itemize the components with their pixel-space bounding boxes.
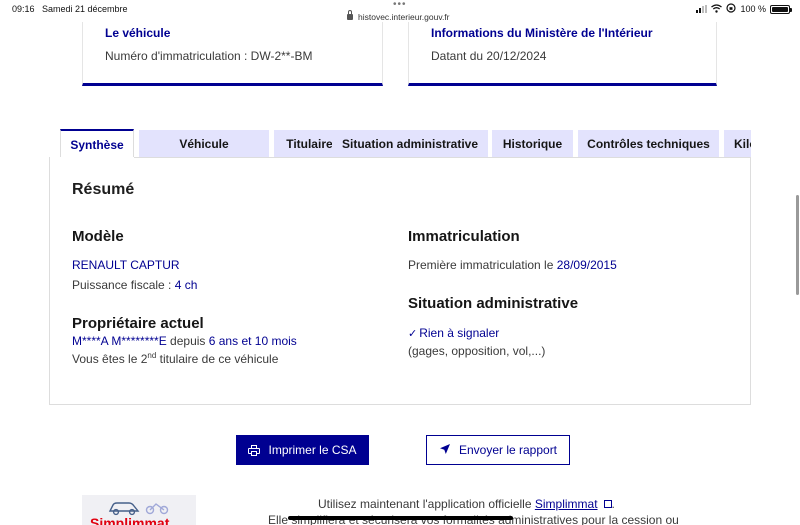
battery-icon <box>770 4 792 14</box>
home-indicator[interactable] <box>288 516 513 520</box>
owner-rank-prefix: Vous êtes le <box>72 352 141 366</box>
send-report-label: Envoyer le rapport <box>458 443 558 457</box>
simplimmat-link[interactable]: Simplimmat <box>535 497 598 511</box>
car-icon <box>108 502 169 516</box>
owner-since-label: depuis <box>166 334 209 348</box>
signal-icon <box>696 5 708 13</box>
owner-name: M****A M********E <box>72 334 167 348</box>
first-registration: Première immatriculation le 28/09/2015 <box>408 258 617 272</box>
print-csa-label: Imprimer le CSA <box>268 443 357 457</box>
vehicle-card: Le véhicule Numéro d'immatriculation : D… <box>82 22 383 86</box>
tab-situation-administrative[interactable]: Situation administrative <box>332 130 488 158</box>
fiscal-power-label: Puissance fiscale : <box>72 278 175 292</box>
status-bar: 09:16 Samedi 21 décembre ••• histovec.in… <box>0 0 800 22</box>
tab-vehicule[interactable]: Véhicule <box>139 130 269 158</box>
tab-bar: Synthèse Véhicule Titulaire et Titre Sit… <box>60 129 751 158</box>
registration-heading: Immatriculation <box>408 228 520 245</box>
first-registration-date: 28/09/2015 <box>556 258 617 272</box>
ministry-card: Informations du Ministère de l'Intérieur… <box>408 22 717 86</box>
status-time: 09:16 <box>12 4 35 14</box>
ministry-card-title: Informations du Ministère de l'Intérieur <box>431 26 653 40</box>
admin-status-text: Rien à signaler <box>419 326 500 340</box>
model-name: RENAULT CAPTUR <box>72 258 180 272</box>
owner-line: M****A M********E depuis 6 ans et 10 moi… <box>72 334 297 348</box>
printer-icon <box>248 444 261 456</box>
simplimmat-brand: Simplimmat <box>90 515 170 525</box>
owner-rank-suffix: nd <box>147 351 157 360</box>
scrollbar[interactable] <box>796 195 799 295</box>
promo-prefix: Utilisez maintenant l'application offici… <box>318 497 535 511</box>
tab-kilometrage[interactable]: Kilo <box>724 130 751 158</box>
model-heading: Modèle <box>72 228 124 245</box>
multitask-dots-icon[interactable]: ••• <box>393 0 407 10</box>
admin-status: ✓ Rien à signaler <box>408 326 499 340</box>
battery-percent: 100 % <box>740 4 766 14</box>
external-link-icon <box>603 500 612 508</box>
owner-duration: 6 ans et 10 mois <box>208 334 297 348</box>
tab-historique[interactable]: Historique <box>492 130 573 158</box>
tab-controles-techniques[interactable]: Contrôles techniques <box>578 130 719 158</box>
orientation-lock-icon <box>726 3 737 15</box>
address-bar[interactable]: histovec.interieur.gouv.fr <box>347 10 450 22</box>
send-report-button[interactable]: Envoyer le rapport <box>426 435 570 465</box>
check-icon: ✓ <box>408 328 418 340</box>
address-url: histovec.interieur.gouv.fr <box>358 12 450 22</box>
promo-suffix: . <box>611 497 615 511</box>
summary-title: Résumé <box>72 181 135 198</box>
simplimmat-logo: Simplimmat <box>82 495 196 525</box>
fiscal-power: Puissance fiscale : 4 ch <box>72 278 197 292</box>
wifi-icon <box>711 3 723 15</box>
report-date: Datant du 20/12/2024 <box>431 49 547 63</box>
owner-rank: Vous êtes le 2nd titulaire de ce véhicul… <box>72 351 278 366</box>
print-csa-button[interactable]: Imprimer le CSA <box>236 435 369 465</box>
owner-heading: Propriétaire actuel <box>72 315 204 332</box>
registration-number: Numéro d'immatriculation : DW-2**-BM <box>105 49 313 63</box>
fiscal-power-value: 4 ch <box>174 278 198 292</box>
vehicle-card-title: Le véhicule <box>105 26 171 40</box>
lock-icon <box>347 10 353 20</box>
admin-details: (gages, opposition, vol,...) <box>408 344 546 358</box>
status-indicators: 100 % <box>696 3 792 15</box>
promo-text: Utilisez maintenant l'application offici… <box>318 497 615 511</box>
status-date: Samedi 21 décembre <box>42 4 128 14</box>
send-icon <box>439 443 451 458</box>
tab-synthese[interactable]: Synthèse <box>60 129 134 158</box>
admin-situation-heading: Situation administrative <box>408 295 579 312</box>
owner-rank-rest: titulaire de ce véhicule <box>156 352 279 366</box>
panel-divider <box>134 157 751 158</box>
first-registration-label: Première immatriculation le <box>408 258 557 272</box>
